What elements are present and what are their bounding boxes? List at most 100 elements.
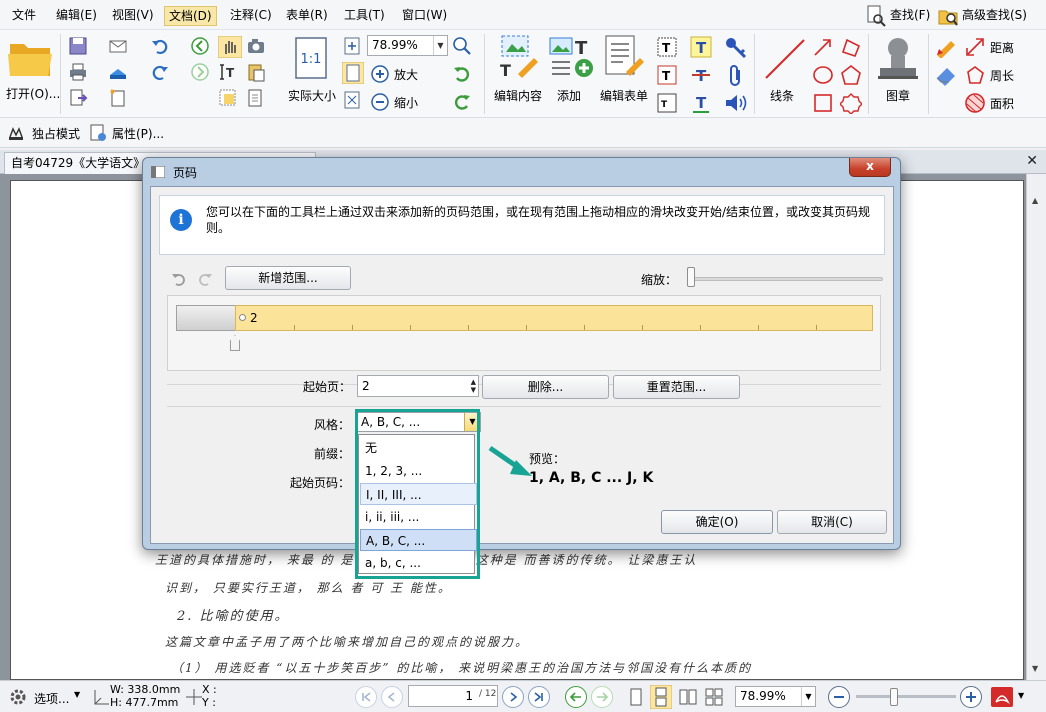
rotate-left-icon[interactable] [452,64,472,84]
edit-form-icon[interactable] [602,34,646,80]
zoom-slider-thumb[interactable] [890,688,898,706]
last-page-button[interactable] [528,686,550,708]
ellipse-icon[interactable] [812,64,834,86]
advanced-find-button[interactable]: 高级查找(S) [938,3,1027,27]
exclusive-mode-icon[interactable] [6,123,26,143]
arrow-icon[interactable] [812,36,834,58]
typewriter-icon[interactable]: T [690,36,712,58]
status-zoom-in-button[interactable] [960,686,982,708]
zoom-in-icon[interactable] [370,64,390,84]
continuous-facing-icon[interactable] [704,687,724,707]
style-option-none[interactable]: 无 [360,437,477,459]
export-icon[interactable] [68,88,88,108]
add-icon[interactable]: T [548,34,594,80]
pdf-chevron-icon[interactable]: ▼ [1018,691,1024,700]
rectangle-icon[interactable] [812,92,834,114]
fit-visible-icon[interactable] [342,90,362,110]
stamp-icon[interactable] [876,34,920,82]
zoom-slider-track[interactable] [856,695,956,698]
menu-window[interactable]: 窗口(W) [398,6,451,26]
options-chevron-icon[interactable]: ▼ [74,690,80,699]
style-option-lower-letters[interactable]: a, b, c, ... [360,552,477,574]
close-tab-icon[interactable]: ✕ [1026,153,1038,169]
magnifier-icon[interactable] [452,36,472,56]
text-box-icon[interactable]: T [656,64,678,86]
zoom-out-label[interactable]: 缩小 [394,94,418,111]
zoom-in-label[interactable]: 放大 [394,66,418,83]
actual-size-label[interactable]: 实际大小 [288,87,336,104]
range-slider-handle[interactable] [230,335,240,351]
single-page-icon[interactable] [626,687,646,707]
ok-button[interactable]: 确定(O) [661,510,773,534]
zoom-slider-thumb[interactable] [687,267,695,287]
forward-icon[interactable] [190,62,210,82]
page-view-icon[interactable] [246,88,266,108]
facing-pages-icon[interactable] [678,687,698,707]
scroll-up-icon[interactable]: ▲ [1032,196,1038,205]
new-range-button[interactable]: 新增范围... [225,266,351,290]
range-unnumbered-segment[interactable] [176,305,236,331]
stamp-label[interactable]: 图章 [886,87,910,104]
pdf-icon[interactable] [990,686,1014,708]
style-dropdown-list[interactable]: 无 1, 2, 3, ... I, II, III, ... i, ii, ii… [358,434,477,574]
edit-content-icon[interactable]: T [496,34,542,80]
scan-icon[interactable] [108,62,128,82]
lines-label[interactable]: 线条 [770,87,794,104]
menu-form[interactable]: 表单(R) [282,6,332,26]
attachment-icon[interactable] [724,64,748,88]
select-annotation-icon[interactable] [218,88,238,108]
fit-width-icon[interactable] [342,62,364,84]
range-redo-icon[interactable] [197,271,213,287]
save-icon[interactable] [68,36,88,56]
edit-form-label[interactable]: 编辑表单 [600,87,648,104]
history-back-button[interactable] [565,686,587,708]
back-icon[interactable] [190,36,210,56]
dialog-title-bar[interactable]: 页码 x [143,158,900,186]
options-label[interactable]: 选项... [34,690,69,707]
select-text-icon[interactable]: T [218,62,238,82]
next-page-button[interactable] [502,686,524,708]
history-forward-button[interactable] [591,686,613,708]
vertical-scrollbar[interactable]: ▲ ▼ [1026,174,1046,680]
first-page-button[interactable] [355,686,377,708]
spinner-arrows-icon[interactable]: ▲ ▼ [471,378,476,394]
status-zoom-combo[interactable]: 78.99% ▼ [735,686,816,707]
properties-icon[interactable] [88,123,108,143]
email-icon[interactable] [108,36,128,56]
menu-comment[interactable]: 注释(C) [226,6,276,26]
reset-range-button[interactable]: 重置范围... [613,375,740,399]
new-doc-icon[interactable] [108,88,128,108]
area-icon[interactable] [964,92,986,114]
continuous-page-icon[interactable] [650,685,672,709]
open-folder-icon[interactable] [6,36,56,80]
dialog-close-button[interactable]: x [849,158,891,177]
perimeter-icon[interactable] [964,64,986,86]
delete-button[interactable]: 删除... [482,375,609,399]
rotate-right-icon[interactable] [452,92,472,112]
page-range-segment[interactable]: 2 [235,305,873,331]
page-range-panel[interactable]: 2 [167,295,881,371]
distance-label[interactable]: 距离 [990,39,1014,56]
polygon-icon[interactable] [840,64,862,86]
edit-content-label[interactable]: 编辑内容 [494,87,542,104]
menu-view[interactable]: 视图(V) [108,6,158,26]
line-icon[interactable] [762,36,808,82]
actual-size-icon[interactable]: 1:1 [294,36,328,80]
style-option-upper-letters[interactable]: A, B, C, ... [360,529,477,551]
add-label[interactable]: 添加 [557,87,581,104]
menu-edit[interactable]: 编辑(E) [52,6,101,26]
gear-icon[interactable] [8,687,28,707]
sound-icon[interactable] [724,92,748,114]
open-label[interactable]: 打开(O)... [6,85,60,102]
cancel-button[interactable]: 取消(C) [777,510,887,534]
zoom-slider-track[interactable] [687,277,883,281]
strikeout-icon[interactable]: T [690,64,712,86]
style-option-upper-roman[interactable]: I, II, III, ... [360,483,477,505]
style-option-lower-roman[interactable]: i, ii, iii, ... [360,506,477,528]
area-label[interactable]: 面积 [990,95,1014,112]
print-icon[interactable] [68,62,88,82]
eraser-icon[interactable] [934,64,958,86]
chevron-down-icon[interactable]: ▼ [433,36,447,55]
paste-icon[interactable] [246,62,266,82]
redo-icon[interactable] [150,62,170,82]
